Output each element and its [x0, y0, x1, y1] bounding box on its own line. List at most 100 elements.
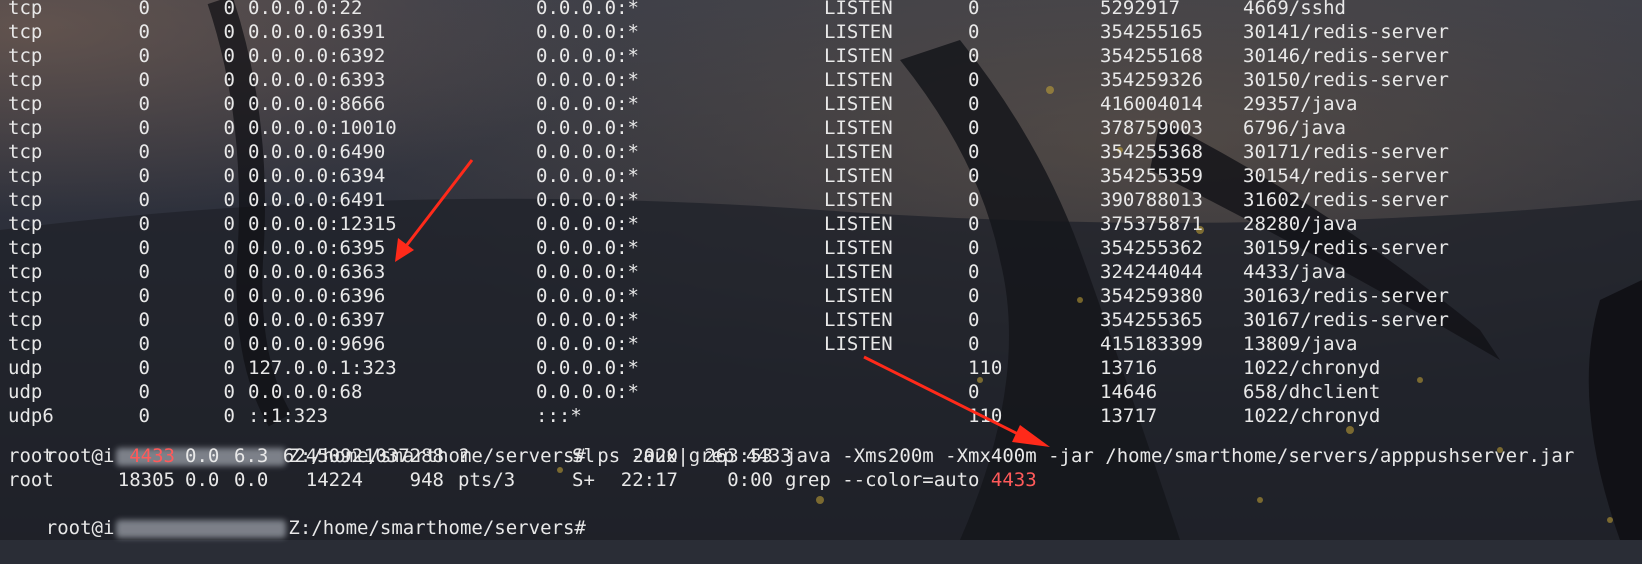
netstat-row: udp 0 0 127.0.0.1:323 0.0.0.0:* 110 13716 1022/… — [0, 356, 1642, 380]
netstat-foreign: 0.0.0.0:* — [536, 381, 639, 403]
netstat-proto: tcp — [8, 309, 43, 331]
netstat-sendq: 0 — [223, 357, 235, 379]
netstat-inode: 13716 — [1100, 357, 1158, 379]
netstat-program: 13809/java — [1243, 333, 1358, 355]
netstat-recvq: 0 — [138, 93, 150, 115]
netstat-user: 0 — [968, 189, 980, 211]
netstat-program: 30154/redis-server — [1243, 165, 1449, 187]
netstat-proto: tcp — [8, 45, 43, 67]
netstat-row: tcp 0 0 0.0.0.0:22 0.0.0.0:* LISTEN 0 5292917 46… — [0, 0, 1642, 20]
netstat-sendq: 0 — [223, 21, 235, 43]
netstat-recvq: 0 — [138, 261, 150, 283]
netstat-proto: udp — [8, 381, 43, 403]
netstat-foreign: 0.0.0.0:* — [536, 285, 639, 307]
ps-tty: ? — [458, 445, 470, 467]
ps-command-text: java -Xms200m -Xmx400m -jar /home/smarth… — [785, 445, 1575, 467]
netstat-foreign: 0.0.0.0:* — [536, 357, 639, 379]
netstat-state: LISTEN — [824, 141, 893, 163]
netstat-state: LISTEN — [824, 285, 893, 307]
netstat-user: 0 — [968, 237, 980, 259]
prompt-line: root@i Z:/home/smarthome/servers# ps -aux… — [0, 420, 1642, 467]
netstat-inode: 354255359 — [1100, 165, 1203, 187]
netstat-inode: 14646 — [1100, 381, 1158, 403]
netstat-proto: tcp — [8, 213, 43, 235]
ps-row: root 18305 0.0 0.0 14224 948 pts/3 S+ 22:17 0:00 g… — [0, 468, 1642, 492]
netstat-recvq: 0 — [138, 69, 150, 91]
netstat-program: 30171/redis-server — [1243, 141, 1449, 163]
netstat-proto: udp — [8, 357, 43, 379]
netstat-program: 6796/java — [1243, 117, 1346, 139]
netstat-foreign: 0.0.0.0:* — [536, 45, 639, 67]
ps-mem: 0.0 — [234, 469, 269, 491]
netstat-sendq: 0 — [223, 141, 235, 163]
netstat-state: LISTEN — [824, 237, 893, 259]
ps-grep-match: 4433 — [990, 469, 1037, 491]
ps-tty: pts/3 — [458, 469, 516, 491]
netstat-row: tcp 0 0 0.0.0.0:6391 0.0.0.0:* LISTEN 0 3542551… — [0, 20, 1642, 44]
netstat-user: 0 — [968, 381, 980, 403]
netstat-state: LISTEN — [824, 117, 893, 139]
netstat-inode: 375375871 — [1100, 213, 1203, 235]
netstat-program: 28280/java — [1243, 213, 1358, 235]
netstat-local: 0.0.0.0:6394 — [248, 165, 386, 187]
terminal-output[interactable]: tcp 0 0 0.0.0.0:22 0.0.0.0:* LISTEN 0 5292917 46… — [0, 0, 1642, 540]
netstat-foreign: 0.0.0.0:* — [536, 261, 639, 283]
netstat-row: tcp 0 0 0.0.0.0:10010 0.0.0.0:* LISTEN 0 378759… — [0, 116, 1642, 140]
netstat-inode: 354255368 — [1100, 141, 1203, 163]
netstat-recvq: 0 — [138, 357, 150, 379]
netstat-state: LISTEN — [824, 0, 893, 19]
netstat-proto: tcp — [8, 117, 43, 139]
netstat-local: 0.0.0.0:6396 — [248, 285, 386, 307]
netstat-inode: 5292917 — [1100, 0, 1181, 19]
netstat-local: 0.0.0.0:9696 — [248, 333, 386, 355]
prompt-line-current[interactable]: root@i Z:/home/smarthome/servers# — [0, 492, 1642, 539]
netstat-recvq: 0 — [138, 141, 150, 163]
netstat-user: 0 — [968, 165, 980, 187]
netstat-local: 0.0.0.0:6393 — [248, 69, 386, 91]
ps-time: 0:00 — [727, 469, 773, 491]
netstat-inode: 354255362 — [1100, 237, 1203, 259]
netstat-foreign: 0.0.0.0:* — [536, 0, 639, 19]
ps-vsz: 14224 — [305, 469, 363, 491]
netstat-proto: tcp — [8, 189, 43, 211]
netstat-user: 0 — [968, 309, 980, 331]
netstat-program: 30141/redis-server — [1243, 21, 1449, 43]
netstat-user: 0 — [968, 0, 980, 19]
netstat-inode: 354255168 — [1100, 45, 1203, 67]
netstat-sendq: 0 — [223, 333, 235, 355]
ps-command-text: grep --color=auto — [785, 469, 991, 491]
netstat-row: tcp 0 0 0.0.0.0:6395 0.0.0.0:* LISTEN 0 3542553… — [0, 236, 1642, 260]
netstat-proto: tcp — [8, 261, 43, 283]
netstat-local: 0.0.0.0:6491 — [248, 189, 386, 211]
netstat-recvq: 0 — [138, 381, 150, 403]
netstat-inode: 378759003 — [1100, 117, 1203, 139]
netstat-state: LISTEN — [824, 45, 893, 67]
netstat-proto: tcp — [8, 165, 43, 187]
netstat-sendq: 0 — [223, 309, 235, 331]
netstat-recvq: 0 — [138, 213, 150, 235]
netstat-recvq: 0 — [138, 21, 150, 43]
ps-time: 263:53 — [704, 445, 773, 467]
netstat-state: LISTEN — [824, 213, 893, 235]
netstat-inode: 354255165 — [1100, 21, 1203, 43]
netstat-row: udp 0 0 0.0.0.0:68 0.0.0.0:* 0 14646 658/dhclie… — [0, 380, 1642, 404]
netstat-sendq: 0 — [223, 261, 235, 283]
netstat-local: 127.0.0.1:323 — [248, 357, 397, 379]
netstat-foreign: 0.0.0.0:* — [536, 189, 639, 211]
netstat-user: 0 — [968, 285, 980, 307]
ps-stat: Sl — [572, 445, 595, 467]
netstat-user: 0 — [968, 69, 980, 91]
netstat-recvq: 0 — [138, 333, 150, 355]
netstat-user: 110 — [968, 357, 1003, 379]
ps-start: 22:17 — [620, 469, 678, 491]
netstat-inode: 354255365 — [1100, 309, 1203, 331]
netstat-foreign: 0.0.0.0:* — [536, 213, 639, 235]
netstat-local: 0.0.0.0:6363 — [248, 261, 386, 283]
netstat-foreign: 0.0.0.0:* — [536, 93, 639, 115]
netstat-foreign: 0.0.0.0:* — [536, 21, 639, 43]
netstat-program: 29357/java — [1243, 93, 1358, 115]
netstat-sendq: 0 — [223, 381, 235, 403]
netstat-local: 0.0.0.0:68 — [248, 381, 363, 403]
netstat-program: 30159/redis-server — [1243, 237, 1449, 259]
netstat-program: 30167/redis-server — [1243, 309, 1449, 331]
